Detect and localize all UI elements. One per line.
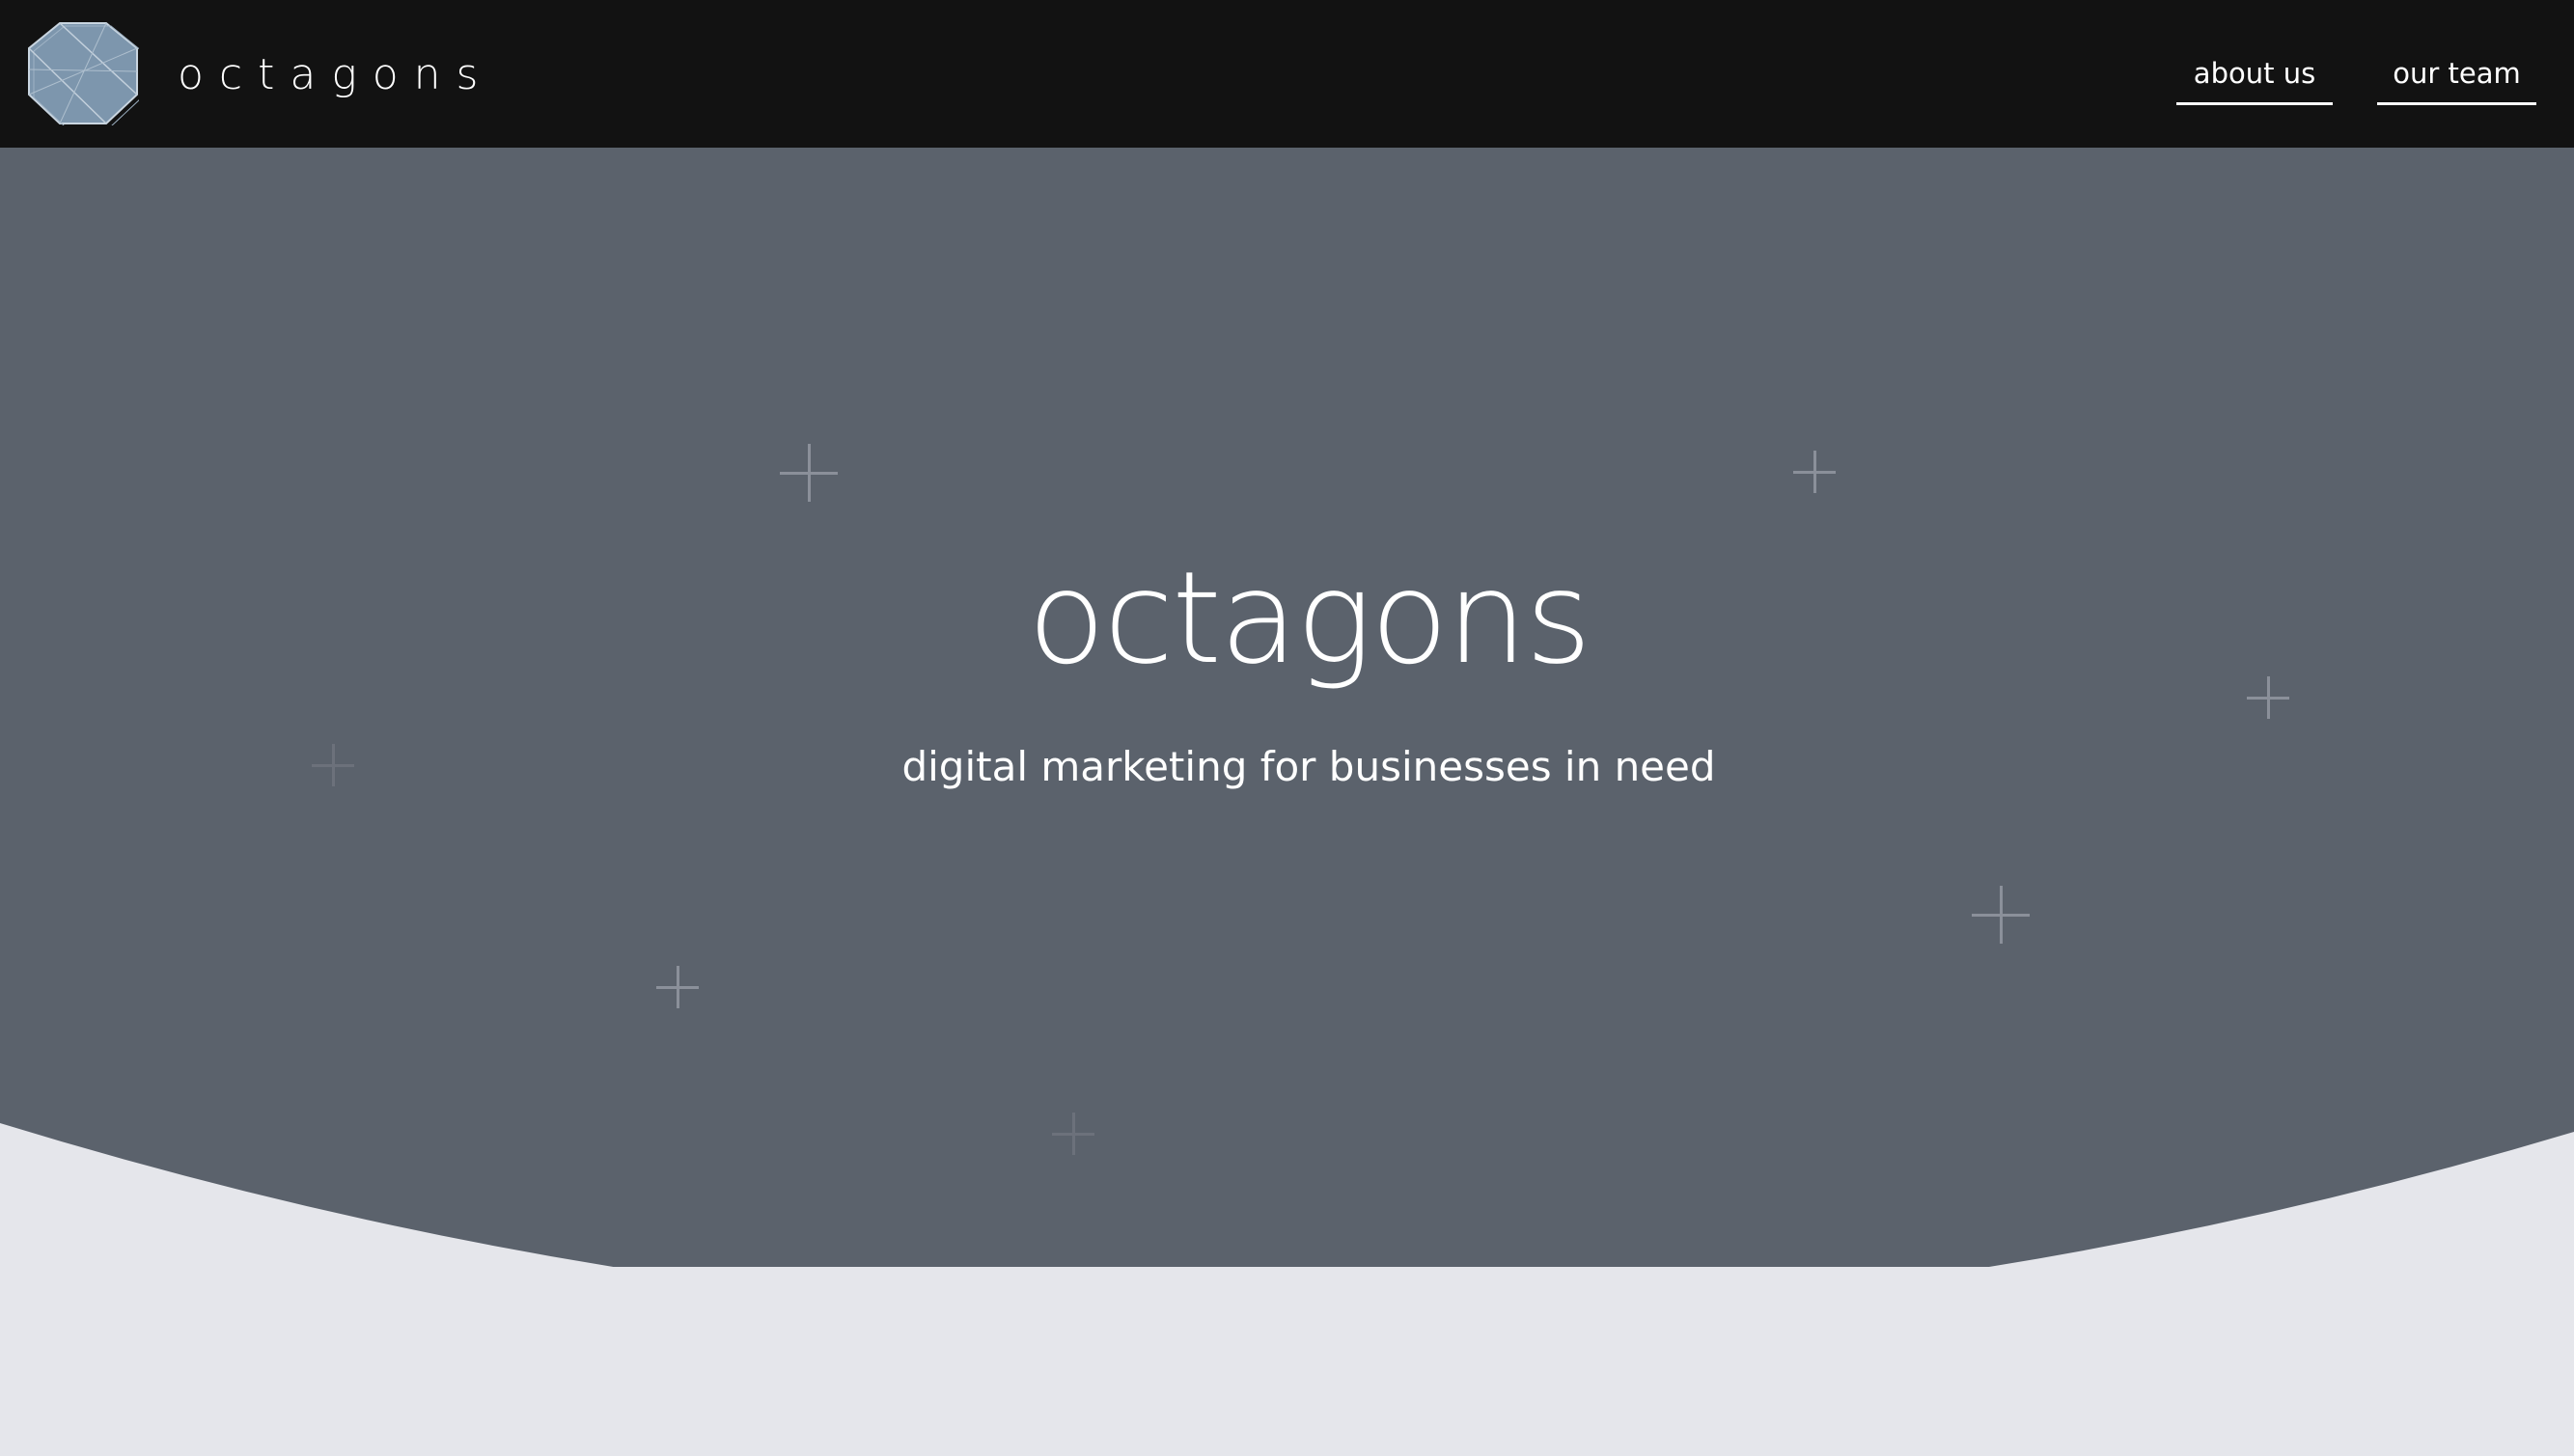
nav-link-our-team[interactable]: our team — [2377, 54, 2536, 105]
nav-link-about-us[interactable]: about us — [2176, 54, 2333, 105]
hero-section: octagons digital marketing for businesse… — [0, 148, 2574, 1267]
plus-icon — [780, 444, 838, 502]
hero-subtitle: digital marketing for businesses in need — [901, 743, 1716, 790]
plus-icon — [1793, 451, 1836, 493]
hero-background — [0, 148, 2574, 1267]
plus-icon — [656, 966, 699, 1008]
page: octagons about us our team octagons digi… — [0, 0, 2574, 1456]
brand-name[interactable]: octagons — [178, 48, 493, 102]
octagon-logo-icon[interactable] — [27, 21, 139, 125]
plus-icon — [1972, 886, 2030, 944]
plus-icon — [1052, 1113, 1094, 1155]
hero-title: octagons — [1027, 544, 1591, 693]
navbar: octagons about us our team — [0, 0, 2574, 148]
